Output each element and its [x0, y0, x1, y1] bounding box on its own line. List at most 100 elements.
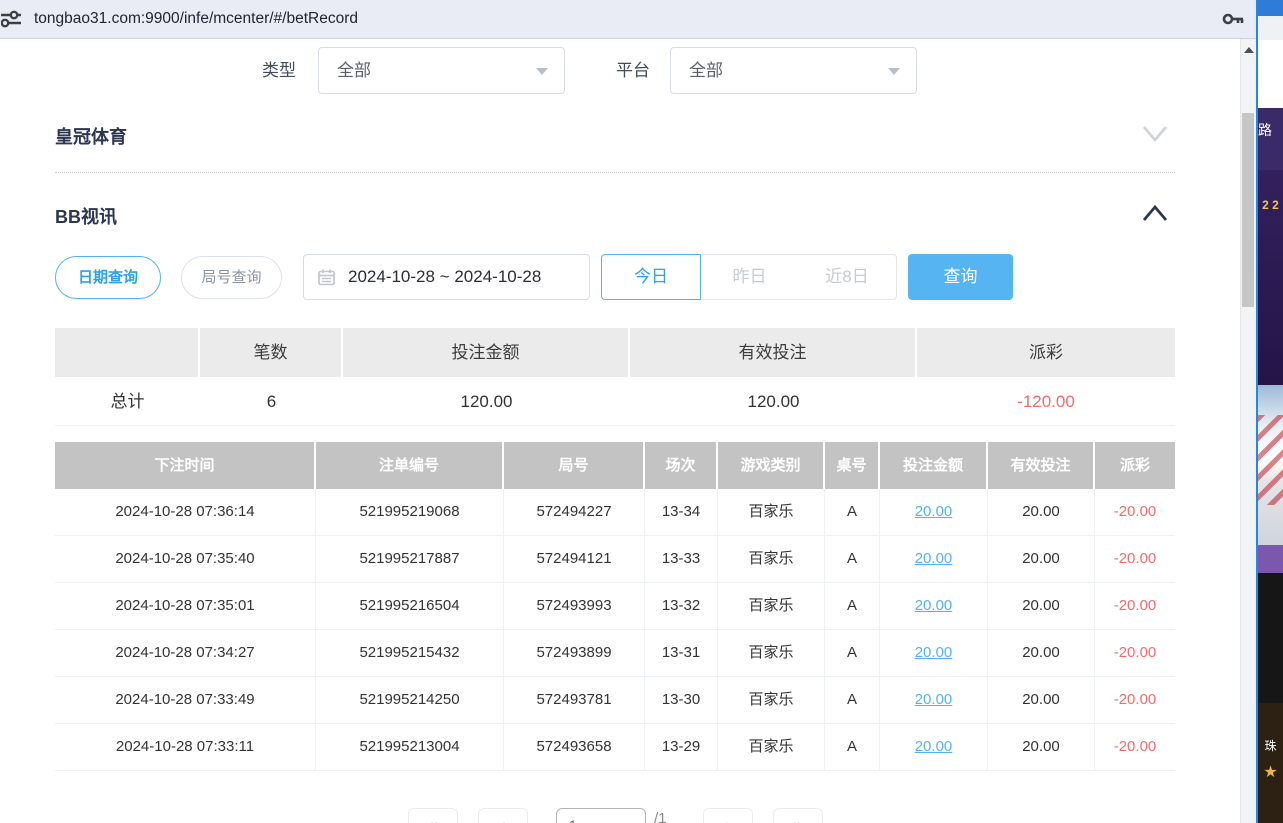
type-filter-label: 类型: [262, 47, 296, 94]
platform-filter-label: 平台: [616, 47, 650, 94]
url-text[interactable]: tongbao31.com:9900/infe/mcenter/#/betRec…: [34, 0, 358, 38]
pagination-total-pages: /1: [654, 810, 667, 823]
background-banner-purple: 2 2: [1258, 170, 1283, 385]
date-range-value: 2024-10-28 ~ 2024-10-28: [348, 255, 541, 299]
cell-round-no: 572493993: [504, 583, 645, 629]
chevron-up-icon[interactable]: [1140, 203, 1170, 225]
browser-address-bar[interactable]: tongbao31.com:9900/infe/mcenter/#/betRec…: [0, 0, 1257, 39]
platform-filter-select[interactable]: 全部: [670, 47, 917, 94]
quick-range-today-button[interactable]: 今日: [601, 254, 701, 300]
background-banner-dark: [1258, 573, 1283, 703]
cell-table-no: A: [825, 724, 880, 770]
cell-round-no: 572494121: [504, 536, 645, 582]
cell-round-no: 572493658: [504, 724, 645, 770]
table-row: 2024-10-28 07:33:11 521995213004 5724936…: [55, 724, 1175, 771]
summary-total-row: 总计 6 120.00 120.00 -120.00: [55, 377, 1175, 426]
background-window-strip: [1258, 16, 1283, 40]
cell-valid-bet: 20.00: [988, 677, 1095, 723]
section-title-crown-sports: 皇冠体育: [55, 123, 127, 149]
summary-header-bet-amount: 投注金额: [343, 328, 630, 377]
cell-round-no: 572494227: [504, 489, 645, 535]
table-row: 2024-10-28 07:35:01 521995216504 5724939…: [55, 583, 1175, 630]
cell-session: 13-32: [645, 583, 718, 629]
bet-amount-link[interactable]: 20.00: [915, 597, 953, 614]
col-round-no: 局号: [504, 442, 645, 489]
bet-amount-link[interactable]: 20.00: [915, 691, 953, 708]
cell-payout: -20.00: [1095, 536, 1175, 582]
cell-table-no: A: [825, 677, 880, 723]
pagination-first-button[interactable]: «: [408, 808, 458, 823]
round-query-tab[interactable]: 局号查询: [181, 256, 282, 299]
type-filter-select[interactable]: 全部: [318, 47, 565, 94]
cell-table-no: A: [825, 536, 880, 582]
cell-bet-time: 2024-10-28 07:34:27: [55, 630, 316, 676]
col-bet-amount: 投注金额: [880, 442, 988, 489]
cell-session: 13-31: [645, 630, 718, 676]
bet-records-table: 下注时间 注单编号 局号 场次 游戏类别 桌号 投注金额 有效投注 派彩 202…: [55, 442, 1175, 771]
bet-amount-link[interactable]: 20.00: [915, 738, 953, 755]
col-bet-id: 注单编号: [316, 442, 504, 489]
cell-bet-time: 2024-10-28 07:35:01: [55, 583, 316, 629]
bet-record-page: tongbao31.com:9900/infe/mcenter/#/betRec…: [0, 0, 1283, 823]
cell-table-no: A: [825, 630, 880, 676]
chevron-down-icon: [888, 68, 900, 75]
cell-game-type: 百家乐: [718, 583, 825, 629]
table-row: 2024-10-28 07:36:14 521995219068 5724942…: [55, 489, 1175, 536]
summary-table: 笔数 投注金额 有效投注 派彩 总计 6 120.00 120.00 -120.…: [55, 328, 1175, 426]
platform-filter-value: 全部: [689, 48, 723, 93]
cell-bet-id: 521995219068: [316, 489, 504, 535]
strip-pearl-label: 珠: [1264, 739, 1276, 753]
summary-header-valid-bet: 有效投注: [630, 328, 917, 377]
cell-payout: -20.00: [1095, 489, 1175, 535]
cell-valid-bet: 20.00: [988, 724, 1095, 770]
col-payout: 派彩: [1095, 442, 1175, 489]
cell-valid-bet: 20.00: [988, 536, 1095, 582]
col-bet-time: 下注时间: [55, 442, 316, 489]
cell-game-type: 百家乐: [718, 677, 825, 723]
pagination-last-button[interactable]: »: [773, 808, 823, 823]
cell-bet-id: 521995216504: [316, 583, 504, 629]
date-range-picker[interactable]: 2024-10-28 ~ 2024-10-28: [303, 254, 590, 300]
summary-header-count: 笔数: [200, 328, 343, 377]
site-settings-icon[interactable]: [1, 9, 27, 29]
background-banner-shark: [1258, 385, 1283, 545]
password-key-icon[interactable]: [1222, 11, 1246, 27]
section-divider: [55, 172, 1175, 173]
cell-game-type: 百家乐: [718, 724, 825, 770]
cell-table-no: A: [825, 583, 880, 629]
table-row: 2024-10-28 07:34:27 521995215432 5724938…: [55, 630, 1175, 677]
bet-amount-link[interactable]: 20.00: [915, 550, 953, 567]
cell-session: 13-29: [645, 724, 718, 770]
cell-bet-time: 2024-10-28 07:33:11: [55, 724, 316, 770]
cell-valid-bet: 20.00: [988, 583, 1095, 629]
bet-amount-link[interactable]: 20.00: [915, 644, 953, 661]
scrollbar-up-arrow-icon[interactable]: [1244, 47, 1254, 53]
quick-range-last8-button[interactable]: 近8日: [798, 254, 897, 300]
pagination-prev-button[interactable]: ‹: [478, 808, 528, 823]
pagination-page-select[interactable]: 1: [556, 808, 646, 823]
background-banner-road: 路: [1258, 108, 1283, 170]
type-filter-value: 全部: [337, 48, 371, 93]
cell-table-no: A: [825, 489, 880, 535]
cell-bet-id: 521995217887: [316, 536, 504, 582]
summary-header-row: 笔数 投注金额 有效投注 派彩: [55, 328, 1175, 377]
cell-bet-id: 521995214250: [316, 677, 504, 723]
cell-payout: -20.00: [1095, 583, 1175, 629]
table-header-row: 下注时间 注单编号 局号 场次 游戏类别 桌号 投注金额 有效投注 派彩: [55, 442, 1175, 489]
search-button[interactable]: 查询: [908, 254, 1013, 300]
pagination-next-button[interactable]: ›: [703, 808, 753, 823]
cell-valid-bet: 20.00: [988, 489, 1095, 535]
gold-star-icon: ★: [1258, 762, 1283, 782]
chevron-down-icon: [536, 68, 548, 75]
cell-bet-id: 521995215432: [316, 630, 504, 676]
scrollbar-thumb[interactable]: [1242, 113, 1254, 307]
cell-game-type: 百家乐: [718, 630, 825, 676]
chevron-down-icon[interactable]: [1140, 123, 1170, 145]
cell-game-type: 百家乐: [718, 489, 825, 535]
bet-amount-link[interactable]: 20.00: [915, 503, 953, 520]
section-title-bb-video: BB视讯: [55, 203, 117, 229]
date-query-tab[interactable]: 日期查询: [55, 256, 161, 299]
summary-total-label: 总计: [55, 377, 200, 425]
quick-range-yesterday-button[interactable]: 昨日: [700, 254, 799, 300]
cell-bet-id: 521995213004: [316, 724, 504, 770]
